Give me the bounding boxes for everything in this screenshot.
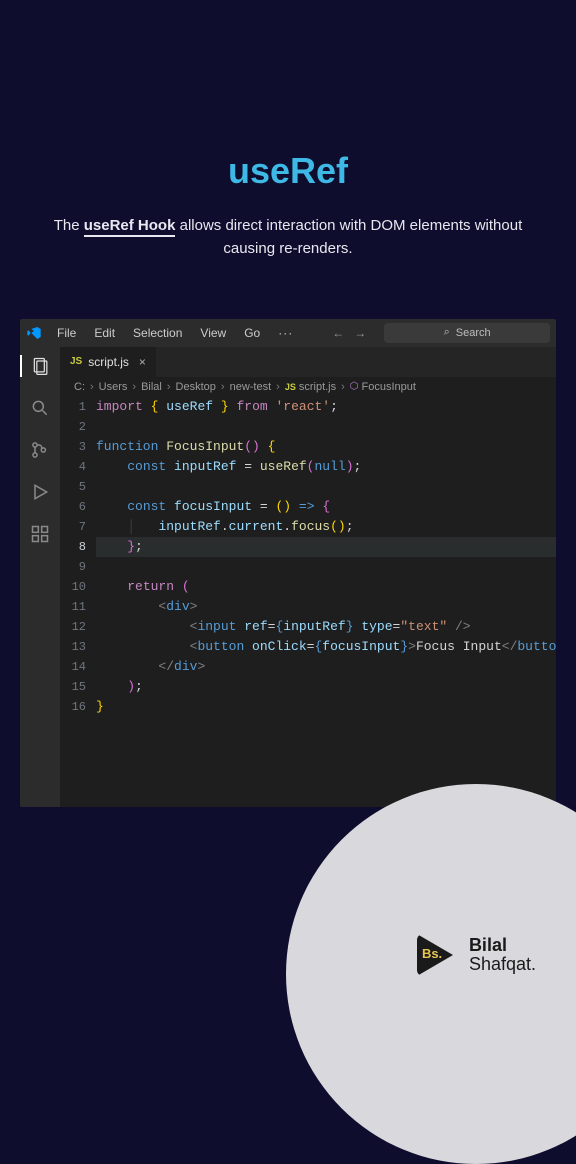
line-number: 4: [60, 457, 86, 477]
sub-prefix: The: [54, 217, 84, 234]
crumb[interactable]: new-test: [230, 381, 272, 393]
chevron-right-icon: ›: [221, 381, 225, 393]
breadcrumb[interactable]: C:› Users› Bilal› Desktop› new-test› JS …: [60, 377, 556, 397]
tab-bar: JS script.js ×: [60, 347, 556, 377]
crumb[interactable]: script.js: [299, 381, 336, 393]
search-placeholder: Search: [456, 327, 491, 339]
brand-name-2: Shafqat.: [469, 955, 536, 974]
menu-edit[interactable]: Edit: [87, 326, 122, 340]
line-number: 9: [60, 557, 86, 577]
menu-view[interactable]: View: [193, 326, 233, 340]
js-file-icon: JS: [70, 356, 82, 367]
tab-script-js[interactable]: JS script.js ×: [60, 347, 156, 377]
menu-selection[interactable]: Selection: [126, 326, 189, 340]
line-number: 5: [60, 477, 86, 497]
line-number: 8: [60, 537, 86, 557]
crumb[interactable]: FocusInput: [362, 381, 416, 393]
code-content[interactable]: import { useRef } from 'react'; function…: [96, 397, 556, 717]
line-number: 13: [60, 637, 86, 657]
nav-forward-icon[interactable]: →: [354, 326, 366, 340]
chevron-right-icon: ›: [167, 381, 171, 393]
line-number: 1: [60, 397, 86, 417]
menu-file[interactable]: File: [50, 326, 83, 340]
activity-bar: [20, 347, 60, 807]
vscode-icon: [26, 325, 42, 341]
line-number: 6: [60, 497, 86, 517]
line-gutter: 1 2 3 4 5 6 7 8 9 10 11 12 13 14 15 16: [60, 397, 96, 717]
code-area[interactable]: 1 2 3 4 5 6 7 8 9 10 11 12 13 14 15 16: [60, 397, 556, 807]
code-editor: File Edit Selection View Go ··· ← → ⌕ Se…: [20, 319, 556, 807]
menu-go[interactable]: Go: [237, 326, 267, 340]
search-sidebar-icon[interactable]: [29, 397, 51, 419]
titlebar: File Edit Selection View Go ··· ← → ⌕ Se…: [20, 319, 556, 347]
brand-logo: Bs. Bilal Shafqat.: [417, 934, 536, 976]
close-icon[interactable]: ×: [139, 355, 146, 369]
crumb[interactable]: Desktop: [176, 381, 216, 393]
extensions-icon[interactable]: [29, 523, 51, 545]
brand-badge-icon: Bs.: [417, 934, 459, 976]
search-input[interactable]: ⌕ Search: [384, 323, 550, 343]
page-subtitle: The useRef Hook allows direct interactio…: [0, 214, 576, 261]
chevron-right-icon: ›: [341, 381, 345, 393]
sub-highlight: useRef Hook: [84, 217, 176, 237]
tab-label: script.js: [88, 355, 129, 369]
run-debug-icon[interactable]: [29, 481, 51, 503]
line-number: 3: [60, 437, 86, 457]
line-number: 2: [60, 417, 86, 437]
symbol-icon: ⬡: [350, 381, 359, 392]
line-number: 14: [60, 657, 86, 677]
nav-back-icon[interactable]: ←: [332, 326, 344, 340]
source-control-icon[interactable]: [29, 439, 51, 461]
menu-more[interactable]: ···: [271, 326, 300, 340]
line-number: 11: [60, 597, 86, 617]
chevron-right-icon: ›: [132, 381, 136, 393]
line-number: 15: [60, 677, 86, 697]
search-icon: ⌕: [444, 326, 450, 339]
sub-suffix: allows direct interaction with DOM eleme…: [175, 217, 522, 257]
chevron-right-icon: ›: [90, 381, 94, 393]
chevron-right-icon: ›: [276, 381, 280, 393]
line-number: 7: [60, 517, 86, 537]
line-number: 12: [60, 617, 86, 637]
line-number: 16: [60, 697, 86, 717]
crumb[interactable]: Bilal: [141, 381, 162, 393]
crumb[interactable]: C:: [74, 381, 85, 393]
brand-name-1: Bilal: [469, 936, 536, 955]
line-number: 10: [60, 577, 86, 597]
js-file-icon: JS: [285, 382, 296, 392]
explorer-icon[interactable]: [20, 355, 60, 377]
page-title: useRef: [0, 150, 576, 192]
crumb[interactable]: Users: [99, 381, 128, 393]
